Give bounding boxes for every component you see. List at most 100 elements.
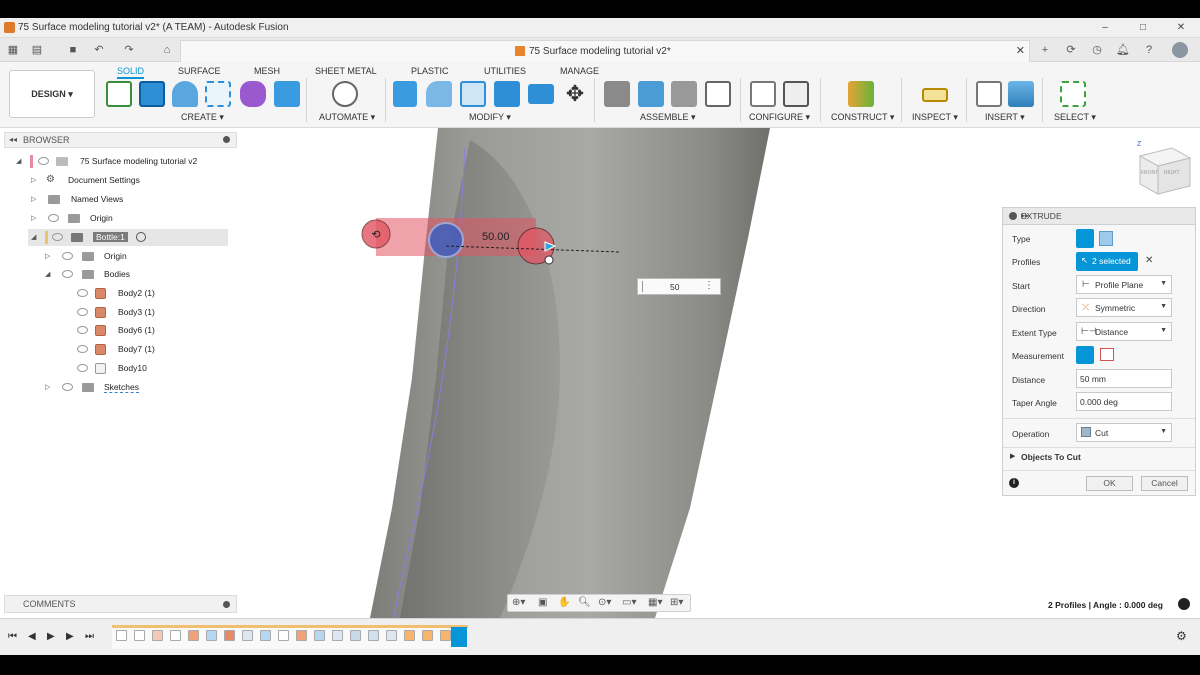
new-tab-plus-icon[interactable]: + <box>1038 43 1052 57</box>
visibility-eye-icon[interactable] <box>77 345 88 353</box>
expand-caret-icon[interactable]: ◢ <box>31 233 36 241</box>
display-settings-icon[interactable]: ▭▾ <box>622 597 636 608</box>
timeline-feature-item[interactable] <box>242 630 253 641</box>
visibility-eye-icon[interactable] <box>77 364 88 372</box>
tree-item-body7[interactable]: Body7 (1) <box>75 341 235 358</box>
insert-menu[interactable]: INSERT ▾ <box>985 112 1025 123</box>
visibility-eye-icon[interactable] <box>77 326 88 334</box>
timeline-feature-item[interactable] <box>188 630 199 641</box>
expand-caret-icon[interactable]: ◢ <box>16 157 21 165</box>
configure-icon[interactable] <box>750 81 776 107</box>
data-panel-grid-icon[interactable]: ▦ <box>6 43 20 57</box>
profiles-selection-button[interactable]: ↖ 2 selected <box>1076 252 1138 271</box>
timeline-start-button[interactable]: ⏮ <box>8 631 17 642</box>
close-tab-icon[interactable]: ✕ <box>1016 44 1025 57</box>
tree-item-sketches[interactable]: ▷ Sketches <box>42 379 232 396</box>
insert-derive-icon[interactable] <box>976 81 1002 107</box>
tree-item-body3[interactable]: Body3 (1) <box>75 304 235 321</box>
configuration-table-icon[interactable] <box>783 81 809 107</box>
timeline-play-button[interactable]: ▶ <box>47 631 55 642</box>
zoom-icon[interactable]: 🔍︎ <box>578 597 591 608</box>
select-menu[interactable]: SELECT ▾ <box>1054 112 1096 123</box>
tree-item-body2[interactable]: Body2 (1) <box>75 285 235 302</box>
select-icon[interactable] <box>1060 81 1086 107</box>
press-pull-icon[interactable] <box>393 81 417 107</box>
timeline-sketch-item[interactable] <box>278 630 289 641</box>
visibility-eye-icon[interactable] <box>62 270 73 278</box>
info-icon[interactable]: i <box>1009 478 1019 488</box>
tree-item-body10[interactable]: Body10 <box>75 360 235 377</box>
automate-icon[interactable] <box>332 81 358 107</box>
assemble-menu[interactable]: ASSEMBLE ▾ <box>640 112 696 123</box>
home-icon[interactable]: ⌂ <box>160 43 174 57</box>
extrude-icon[interactable] <box>139 81 165 107</box>
visibility-eye-icon[interactable] <box>62 252 73 260</box>
clear-selection-icon[interactable]: ✕ <box>1145 255 1153 266</box>
move-copy-icon[interactable]: ✥ <box>562 81 588 107</box>
tree-item-bottle-origin[interactable]: ▷ Origin <box>42 248 232 265</box>
fillet-icon[interactable] <box>426 81 452 107</box>
timeline-feature-item[interactable] <box>368 630 379 641</box>
timeline-next-button[interactable]: ▶ <box>66 631 74 642</box>
view-cube[interactable]: FRONT RIGHT Z <box>1137 141 1192 195</box>
timeline-feature-item[interactable] <box>404 630 415 641</box>
minimize-button[interactable]: – <box>1090 20 1120 36</box>
timeline-sketch-item[interactable] <box>116 630 127 641</box>
tree-item-bodies[interactable]: ◢ Bodies <box>42 266 232 283</box>
new-component-icon[interactable] <box>604 81 630 107</box>
expand-caret-icon[interactable]: ▶ <box>1010 452 1015 460</box>
more-options-icon[interactable]: ⋮ <box>704 280 714 291</box>
direction-select[interactable]: ⤫ Symmetric ▼ <box>1076 298 1172 317</box>
combine-icon[interactable] <box>494 81 520 107</box>
distance-manipulator-input[interactable]: 50 ⋮ <box>637 278 721 295</box>
start-select[interactable]: ⊢ Profile Plane ▼ <box>1076 275 1172 294</box>
expand-caret-icon[interactable]: ▷ <box>45 252 50 260</box>
tree-item-origin[interactable]: ▷ Origin <box>28 210 228 227</box>
inspect-menu[interactable]: INSPECT ▾ <box>912 112 958 123</box>
browser-pin-icon[interactable] <box>223 136 230 143</box>
as-built-joint-icon[interactable] <box>671 81 697 107</box>
file-menu-icon[interactable]: ▤ <box>30 43 44 57</box>
offset-face-icon[interactable] <box>528 84 554 104</box>
visibility-eye-icon[interactable] <box>77 308 88 316</box>
create-sketch-icon[interactable] <box>106 81 132 107</box>
objects-to-cut-section[interactable]: Objects To Cut <box>1021 452 1081 462</box>
extent-type-select[interactable]: ⊢⊣ Distance ▼ <box>1076 322 1172 341</box>
user-avatar[interactable] <box>1172 42 1188 58</box>
comments-pin-icon[interactable] <box>223 601 230 608</box>
tree-item-named-views[interactable]: ▷ Named Views <box>28 191 228 208</box>
timeline-sketch-item[interactable] <box>170 630 181 641</box>
visibility-eye-icon[interactable] <box>52 233 63 241</box>
tree-item-root[interactable]: ◢ 75 Surface modeling tutorial v2 <box>14 153 234 170</box>
tab-utilities[interactable]: UTILITIES <box>484 66 526 76</box>
expand-caret-icon[interactable]: ▷ <box>45 383 50 391</box>
visibility-eye-icon[interactable] <box>62 383 73 391</box>
redo-icon[interactable]: ↷ <box>122 43 136 57</box>
notifications-icon[interactable]: 🔔︎ <box>1116 43 1130 57</box>
extrude-dialog-header[interactable]: EXTRUDE ▸▸ <box>1003 208 1195 225</box>
tree-item-bottle-component[interactable]: ◢ Bottle:1 <box>28 229 228 246</box>
expand-caret-icon[interactable]: ▷ <box>31 176 36 184</box>
sweep-icon[interactable] <box>205 81 231 107</box>
extensions-icon[interactable]: ⟳ <box>1064 43 1078 57</box>
workspace-switcher[interactable]: DESIGN ▾ <box>9 70 95 118</box>
maximize-button[interactable]: □ <box>1128 20 1158 36</box>
tab-manage[interactable]: MANAGE <box>560 66 599 76</box>
configure-menu[interactable]: CONFIGURE ▾ <box>749 112 810 123</box>
grid-settings-icon[interactable]: ▦▾ <box>648 597 662 608</box>
timeline-feature-item[interactable] <box>332 630 343 641</box>
timeline-feature-item[interactable] <box>422 630 433 641</box>
tab-surface[interactable]: SURFACE <box>178 66 221 76</box>
expand-caret-icon[interactable]: ◢ <box>45 270 50 278</box>
type-solid-button[interactable] <box>1076 229 1094 248</box>
timeline-feature-item[interactable] <box>350 630 361 641</box>
measurement-whole-length-button[interactable] <box>1100 348 1114 361</box>
create-menu[interactable]: CREATE ▾ <box>181 112 224 123</box>
orbit-icon[interactable]: ⊕▾ <box>512 597 525 608</box>
browser-panel-header[interactable]: ◂◂ BROWSER <box>4 132 237 148</box>
type-thin-button[interactable] <box>1099 231 1113 246</box>
revolve-icon[interactable] <box>172 81 198 107</box>
collapse-browser-icon[interactable]: ◂◂ <box>9 135 17 144</box>
tree-item-document-settings[interactable]: ▷ ⚙ Document Settings <box>28 172 228 189</box>
tab-plastic[interactable]: PLASTIC <box>411 66 449 76</box>
